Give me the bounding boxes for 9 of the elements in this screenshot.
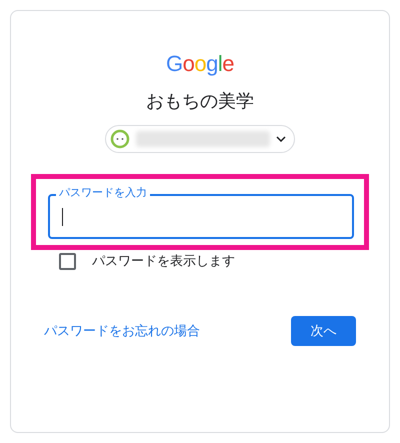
- next-button[interactable]: 次へ: [291, 316, 356, 346]
- page-title: おもちの美学: [146, 90, 254, 113]
- logo: Google: [166, 51, 234, 77]
- field-label: パスワードを入力: [56, 185, 150, 200]
- forgot-password-link[interactable]: パスワードをお忘れの場合: [44, 322, 200, 340]
- avatar-icon: [110, 129, 130, 149]
- chevron-down-icon: [276, 136, 286, 142]
- checkbox-label: パスワードを表示します: [92, 253, 235, 270]
- show-password-checkbox[interactable]: [59, 252, 76, 270]
